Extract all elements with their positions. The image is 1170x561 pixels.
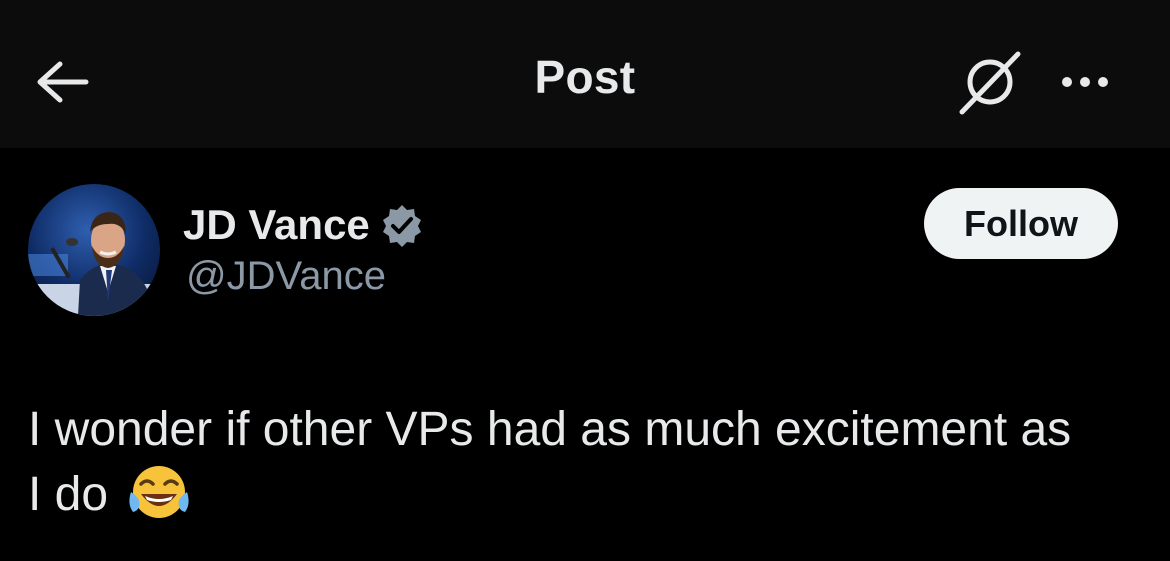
author-display-name: JD Vance — [183, 201, 370, 248]
dot — [1080, 77, 1090, 87]
post-text-line-last: I do — [28, 462, 1158, 527]
dot — [1062, 77, 1072, 87]
top-app-bar: Post — [0, 0, 1170, 148]
back-button[interactable] — [30, 52, 94, 112]
laughing-emoji-icon — [129, 466, 190, 518]
grok-icon — [959, 51, 1021, 115]
avatar[interactable] — [28, 184, 160, 316]
profile-photo — [28, 184, 160, 316]
post-text: I wonder if other VPs had as much excite… — [28, 398, 1158, 527]
verified-badge-icon — [382, 205, 421, 247]
post-text-fragment: I do — [28, 468, 109, 521]
dot — [1098, 77, 1108, 87]
author-name-row[interactable]: JD Vance — [183, 200, 424, 250]
grok-button[interactable] — [952, 44, 1028, 120]
post-text-line: I wonder if other VPs had as much excite… — [28, 403, 1072, 456]
follow-button[interactable]: Follow — [924, 188, 1118, 259]
author-handle[interactable]: @JDVance — [186, 254, 386, 299]
arrow-left-icon — [37, 61, 89, 103]
more-options-button[interactable] — [1052, 52, 1118, 112]
